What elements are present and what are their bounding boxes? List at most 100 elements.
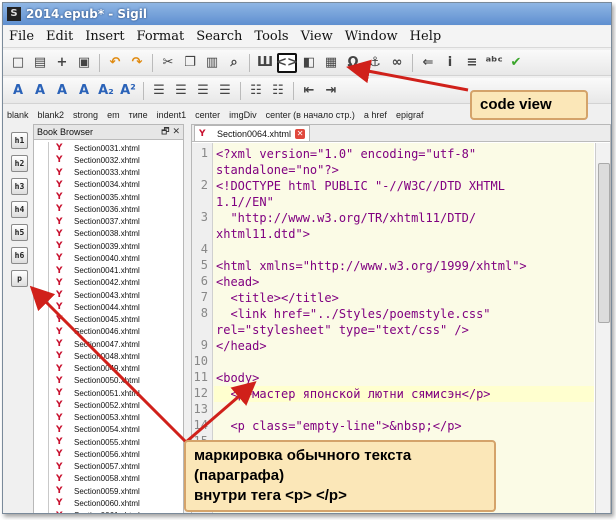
list-item[interactable]: Y Section0048.xhtml <box>34 350 183 363</box>
underline-a-icon[interactable]: A <box>52 81 72 101</box>
find-icon[interactable]: ⌕ <box>224 53 244 73</box>
heading-h4-button[interactable]: h4 <box>11 201 28 218</box>
toc-icon[interactable]: ≡ <box>462 53 482 73</box>
list-item[interactable]: Y Section0050.xhtml <box>34 374 183 387</box>
strike-a-icon[interactable]: A <box>74 81 94 101</box>
clip-1[interactable]: blank2 <box>38 110 65 120</box>
list-item[interactable]: Y Section0044.xhtml <box>34 301 183 314</box>
list-item[interactable]: Y Section0046.xhtml <box>34 325 183 338</box>
list-item[interactable]: Y Section0045.xhtml <box>34 313 183 326</box>
vertical-scrollbar[interactable] <box>595 143 610 513</box>
superscript-icon[interactable]: A² <box>118 81 138 101</box>
list-item[interactable]: Y Section0038.xhtml <box>34 227 183 240</box>
add-file-icon[interactable]: + <box>52 53 72 73</box>
clip-9[interactable]: a href <box>364 110 387 120</box>
image-icon[interactable]: ▦ <box>321 53 341 73</box>
align-center-icon[interactable]: ☰ <box>171 81 191 101</box>
list-item[interactable]: Y Section0055.xhtml <box>34 436 183 449</box>
align-right-icon[interactable]: ☰ <box>193 81 213 101</box>
menu-view[interactable]: View <box>295 29 339 44</box>
clip-0[interactable]: blank <box>7 110 29 120</box>
heading-h5-button[interactable]: h5 <box>11 224 28 241</box>
heading-h1-button[interactable]: h1 <box>11 132 28 149</box>
list-item[interactable]: Y Section0052.xhtml <box>34 399 183 412</box>
save-icon[interactable]: ▣ <box>74 53 94 73</box>
clip-8[interactable]: center (в начало стр.) <box>266 110 355 120</box>
scrollbar-thumb[interactable] <box>598 163 610 323</box>
list-item[interactable]: Y Section0036.xhtml <box>34 203 183 216</box>
validate-icon[interactable]: ✔ <box>506 53 526 73</box>
clip-3[interactable]: em <box>107 110 120 120</box>
menu-file[interactable]: File <box>3 29 40 44</box>
link-icon[interactable]: ∞ <box>387 53 407 73</box>
clip-10[interactable]: epigraf <box>396 110 424 120</box>
list-item[interactable]: Y Section0047.xhtml <box>34 338 183 351</box>
book-view-icon[interactable]: Ш <box>255 53 275 73</box>
list-item[interactable]: Y Section0049.xhtml <box>34 362 183 375</box>
list-item[interactable]: Y Section0039.xhtml <box>34 240 183 253</box>
copy-icon[interactable]: ❐ <box>180 53 200 73</box>
clip-7[interactable]: imgDiv <box>229 110 257 120</box>
code-view-icon[interactable]: <> <box>276 52 298 73</box>
menu-tools[interactable]: Tools <box>248 29 294 44</box>
list-item[interactable]: Y Section0059.xhtml <box>34 485 183 498</box>
paste-icon[interactable]: ▥ <box>202 53 222 73</box>
list-item[interactable]: Y Section0058.xhtml <box>34 472 183 485</box>
heading-h2-button[interactable]: h2 <box>11 155 28 172</box>
heading-p-button[interactable]: p <box>11 270 28 287</box>
list-item[interactable]: Y Section0056.xhtml <box>34 448 183 461</box>
list-item[interactable]: Y Section0031.xhtml <box>34 142 183 155</box>
clip-2[interactable]: strong <box>73 110 98 120</box>
list-item[interactable]: Y Section0042.xhtml <box>34 276 183 289</box>
list-item[interactable]: Y Section0061.xhtml <box>34 509 183 513</box>
list-item[interactable]: Y Section0057.xhtml <box>34 460 183 473</box>
clip-5[interactable]: indent1 <box>157 110 187 120</box>
list-item[interactable]: Y Section0035.xhtml <box>34 191 183 204</box>
list-item[interactable]: Y Section0037.xhtml <box>34 215 183 228</box>
subscript-icon[interactable]: A₂ <box>96 81 116 101</box>
clip-4[interactable]: типе <box>129 110 148 120</box>
menu-edit[interactable]: Edit <box>40 29 79 44</box>
clip-6[interactable]: center <box>195 110 220 120</box>
menu-search[interactable]: Search <box>190 29 248 44</box>
list-item[interactable]: Y Section0051.xhtml <box>34 387 183 400</box>
cut-icon[interactable]: ✂ <box>158 53 178 73</box>
list-item[interactable]: Y Section0053.xhtml <box>34 411 183 424</box>
italic-a-icon[interactable]: A <box>30 81 50 101</box>
justify-icon[interactable]: ☰ <box>215 81 235 101</box>
dock-controls[interactable]: 🗗 ✕ <box>161 125 180 140</box>
menu-help[interactable]: Help <box>404 29 448 44</box>
redo-icon[interactable]: ↷ <box>127 53 147 73</box>
list-number-icon[interactable]: ☷ <box>268 81 288 101</box>
split-view-icon[interactable]: ◧ <box>299 53 319 73</box>
menu-format[interactable]: Format <box>131 29 191 44</box>
list-item[interactable]: Y Section0043.xhtml <box>34 289 183 302</box>
heading-h6-button[interactable]: h6 <box>11 247 28 264</box>
spellcheck-icon[interactable]: ᵃᵇᶜ <box>484 53 504 73</box>
menu-window[interactable]: Window <box>339 29 404 44</box>
list-item[interactable]: Y Section0041.xhtml <box>34 264 183 277</box>
back-icon[interactable]: ⇐ <box>418 53 438 73</box>
special-char-icon[interactable]: Ω <box>343 53 363 73</box>
menu-insert[interactable]: Insert <box>79 29 130 44</box>
undo-icon[interactable]: ↶ <box>105 53 125 73</box>
anchor-icon[interactable]: ⚓ <box>365 53 385 73</box>
open-folder-icon[interactable]: ▤ <box>30 53 50 73</box>
metadata-icon[interactable]: i <box>440 53 460 73</box>
list-item[interactable]: Y Section0054.xhtml <box>34 423 183 436</box>
tab-section0064[interactable]: Y Section0064.xhtml ✕ <box>194 125 311 141</box>
indent-icon[interactable]: ⇥ <box>321 81 341 101</box>
new-file-icon[interactable]: □ <box>8 53 28 73</box>
bold-a-icon[interactable]: A <box>8 81 28 101</box>
list-bullet-icon[interactable]: ☷ <box>246 81 266 101</box>
list-item[interactable]: Y Section0034.xhtml <box>34 178 183 191</box>
list-item[interactable]: Y Section0060.xhtml <box>34 497 183 510</box>
line-number: 14 <box>193 418 208 432</box>
list-item[interactable]: Y Section0033.xhtml <box>34 166 183 179</box>
close-tab-icon[interactable]: ✕ <box>295 128 306 139</box>
outdent-icon[interactable]: ⇤ <box>299 81 319 101</box>
list-item[interactable]: Y Section0040.xhtml <box>34 252 183 265</box>
list-item[interactable]: Y Section0032.xhtml <box>34 154 183 167</box>
heading-h3-button[interactable]: h3 <box>11 178 28 195</box>
align-left-icon[interactable]: ☰ <box>149 81 169 101</box>
